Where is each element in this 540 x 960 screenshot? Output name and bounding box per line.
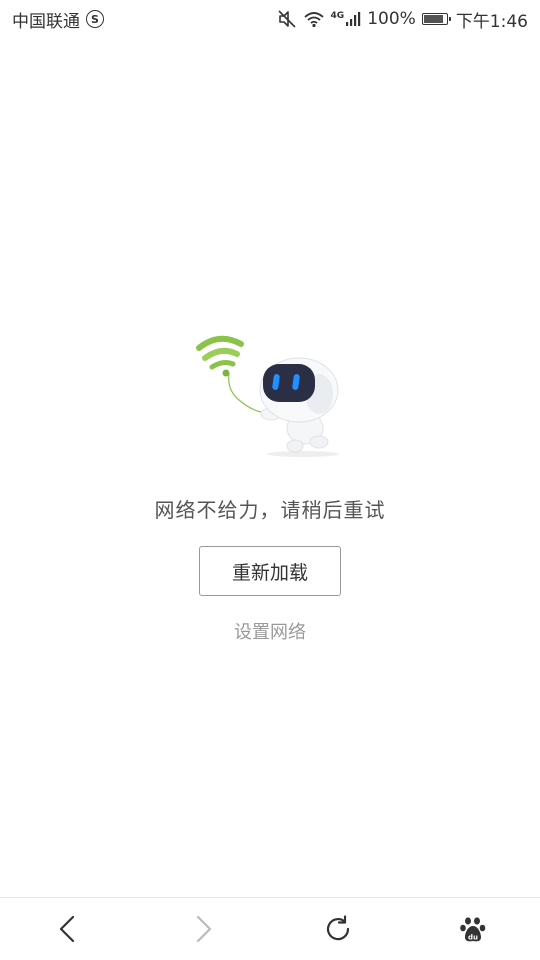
- bottom-nav: du: [0, 897, 540, 960]
- status-left: 中国联通 S: [12, 7, 104, 32]
- battery-icon: [421, 13, 451, 25]
- status-bar: 中国联通 S 4G 100% 下午1:46: [0, 0, 540, 38]
- refresh-button[interactable]: [308, 899, 368, 959]
- baidu-paw-icon: du: [459, 917, 485, 942]
- refresh-icon: [326, 915, 349, 941]
- mute-icon: [277, 10, 297, 28]
- screen: 中国联通 S 4G 100% 下午1:46 网络不给力，请稍后重试 重新加载 设…: [0, 0, 540, 960]
- clock: 下午1:46: [455, 11, 528, 32]
- robot-wifi-illustration: [196, 335, 339, 457]
- reload-button[interactable]: 重新加载: [199, 546, 341, 596]
- svg-text:du: du: [468, 934, 478, 942]
- battery-percent: 100%: [367, 9, 416, 29]
- signal-type-label: 4G: [330, 11, 345, 21]
- wifi-balloon-icon: [196, 335, 244, 377]
- carrier-badge-icon: S: [86, 10, 104, 28]
- status-right: 4G 100% 下午1:46: [277, 7, 528, 32]
- forward-button[interactable]: [173, 899, 233, 959]
- signal-icon: 4G: [331, 11, 362, 27]
- network-settings-link[interactable]: 设置网络: [234, 618, 306, 644]
- network-error-panel: 网络不给力，请稍后重试 重新加载 设置网络: [0, 330, 540, 644]
- robot-figure: [259, 357, 339, 457]
- back-button[interactable]: [38, 899, 98, 959]
- error-message: 网络不给力，请稍后重试: [154, 498, 386, 522]
- carrier-name: 中国联通: [12, 11, 80, 32]
- back-icon: [59, 915, 74, 943]
- forward-icon: [196, 915, 211, 943]
- wifi-icon: [303, 10, 325, 28]
- balloon-string: [228, 373, 262, 413]
- baidu-home-button[interactable]: du: [443, 899, 503, 959]
- battery-level: [423, 15, 443, 23]
